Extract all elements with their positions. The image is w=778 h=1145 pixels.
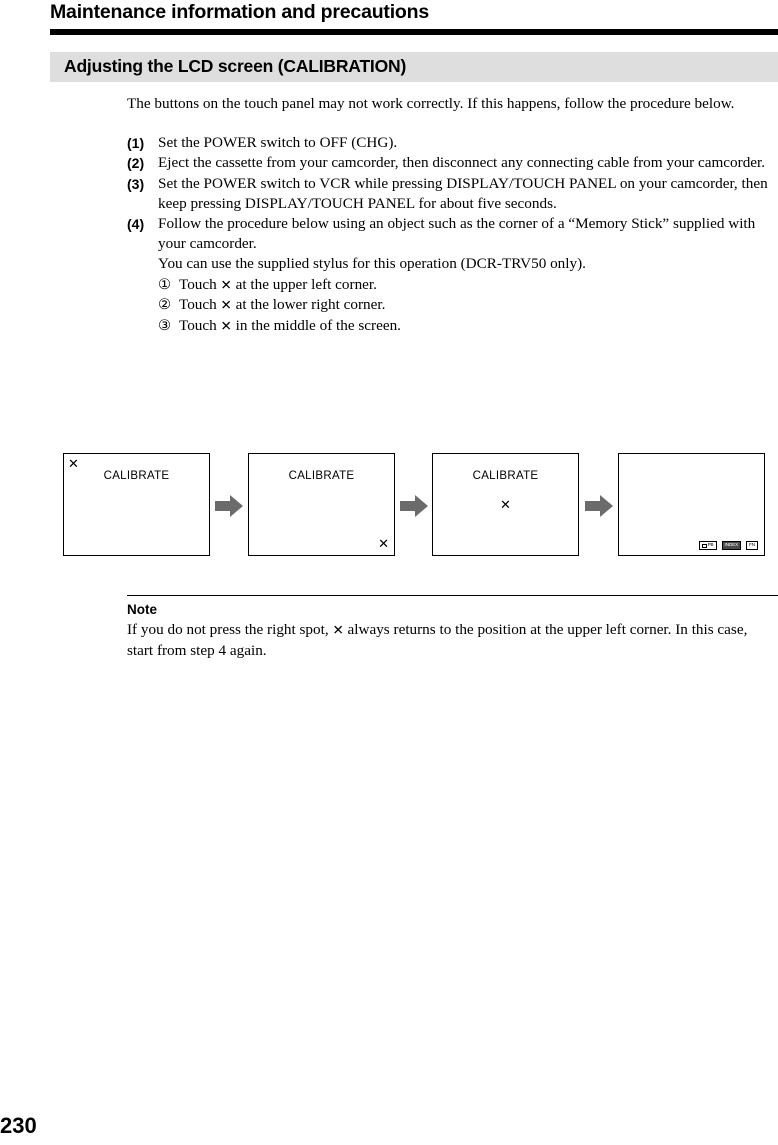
note-text-before: If you do not press the right spot, [127,621,329,638]
body-column: The buttons on the touch panel may not w… [127,94,778,337]
lcd-panel-label: CALIBRATE [472,470,539,482]
flow-arrow-icon [585,495,613,517]
running-head-title: Maintenance information and precautions [50,1,430,23]
note-heading: Note [127,602,157,617]
step-number: (4) [127,216,145,233]
lcd-softkey-row: PB INDEX FN [698,541,758,550]
section-heading-title: Adjusting the LCD screen (CALIBRATION) [64,56,407,76]
x-mark-icon: ✕ [220,277,232,294]
step-item: (4) Follow the procedure below using an … [127,214,778,337]
page-number: 230 [0,1113,37,1138]
note-body: If you do not press the right spot, ✕ al… [127,620,752,661]
step-item: (1) Set the POWER switch to OFF (CHG). [127,133,778,153]
playback-box-icon [701,543,707,548]
x-mark-icon: ✕ [220,318,232,335]
step-number: (2) [127,155,145,172]
step-item: (2) Eject the cassette from your camcord… [127,153,778,173]
circled-number-1-icon: ① [158,276,171,293]
substep-text-after: at the upper left corner. [235,275,377,293]
softkey-fn[interactable]: FN [746,541,758,550]
step-text: Eject the cassette from your camcorder, … [158,154,766,172]
substeps-list: ① Touch ✕ at the upper left corner. ② To… [158,275,778,337]
softkey-label: PB [707,542,714,548]
x-mark-icon: ✕ [378,537,389,552]
x-mark-icon: ✕ [220,297,232,314]
header-divider-rule [50,29,778,35]
lcd-panel-step3: CALIBRATE ✕ [432,453,579,556]
step-text: Set the POWER switch to VCR while pressi… [158,174,768,212]
substep-item: ② Touch ✕ at the lower right corner. [158,295,778,316]
substep-text-after: in the middle of the screen. [235,317,401,335]
numbered-steps-list: (1) Set the POWER switch to OFF (CHG). (… [127,133,778,337]
lcd-panel-label: CALIBRATE [103,470,170,482]
substep-text-before: Touch [179,317,217,335]
intro-paragraph: The buttons on the touch panel may not w… [127,95,735,112]
step-extra-line: You can use the supplied stylus for this… [158,255,586,273]
step-text: Set the POWER switch to OFF (CHG). [158,134,398,152]
flow-arrow-icon [400,495,428,517]
x-mark-icon: ✕ [500,498,511,513]
step-text: Follow the procedure below using an obje… [158,215,756,253]
lcd-panel-label: CALIBRATE [288,470,355,482]
calibration-figure-strip: ✕ CALIBRATE CALIBRATE ✕ CALIBRATE ✕ PB I… [63,453,771,558]
lcd-panel-step2: CALIBRATE ✕ [248,453,395,556]
flow-arrow-icon [215,495,243,517]
lcd-panel-result: PB INDEX FN [618,453,765,556]
softkey-label: INDEX [724,542,739,548]
section-heading-band: Adjusting the LCD screen (CALIBRATION) [50,52,778,82]
step-item: (3) Set the POWER switch to VCR while pr… [127,174,778,214]
note-divider-rule [127,595,778,596]
step-number: (3) [127,175,145,192]
lcd-panel-step1: ✕ CALIBRATE [63,453,210,556]
softkey-label: FN [749,542,755,548]
x-mark-icon: ✕ [332,622,344,639]
softkey-index[interactable]: INDEX [721,541,742,550]
substep-item: ③ Touch ✕ in the middle of the screen. [158,316,778,337]
substep-item: ① Touch ✕ at the upper left corner. [158,275,778,296]
step-number: (1) [127,135,145,152]
circled-number-2-icon: ② [158,297,171,314]
substep-text-before: Touch [179,275,217,293]
softkey-playback[interactable]: PB [698,541,717,550]
substep-text-after: at the lower right corner. [235,296,386,314]
circled-number-3-icon: ③ [158,318,171,335]
substep-text-before: Touch [179,296,217,314]
